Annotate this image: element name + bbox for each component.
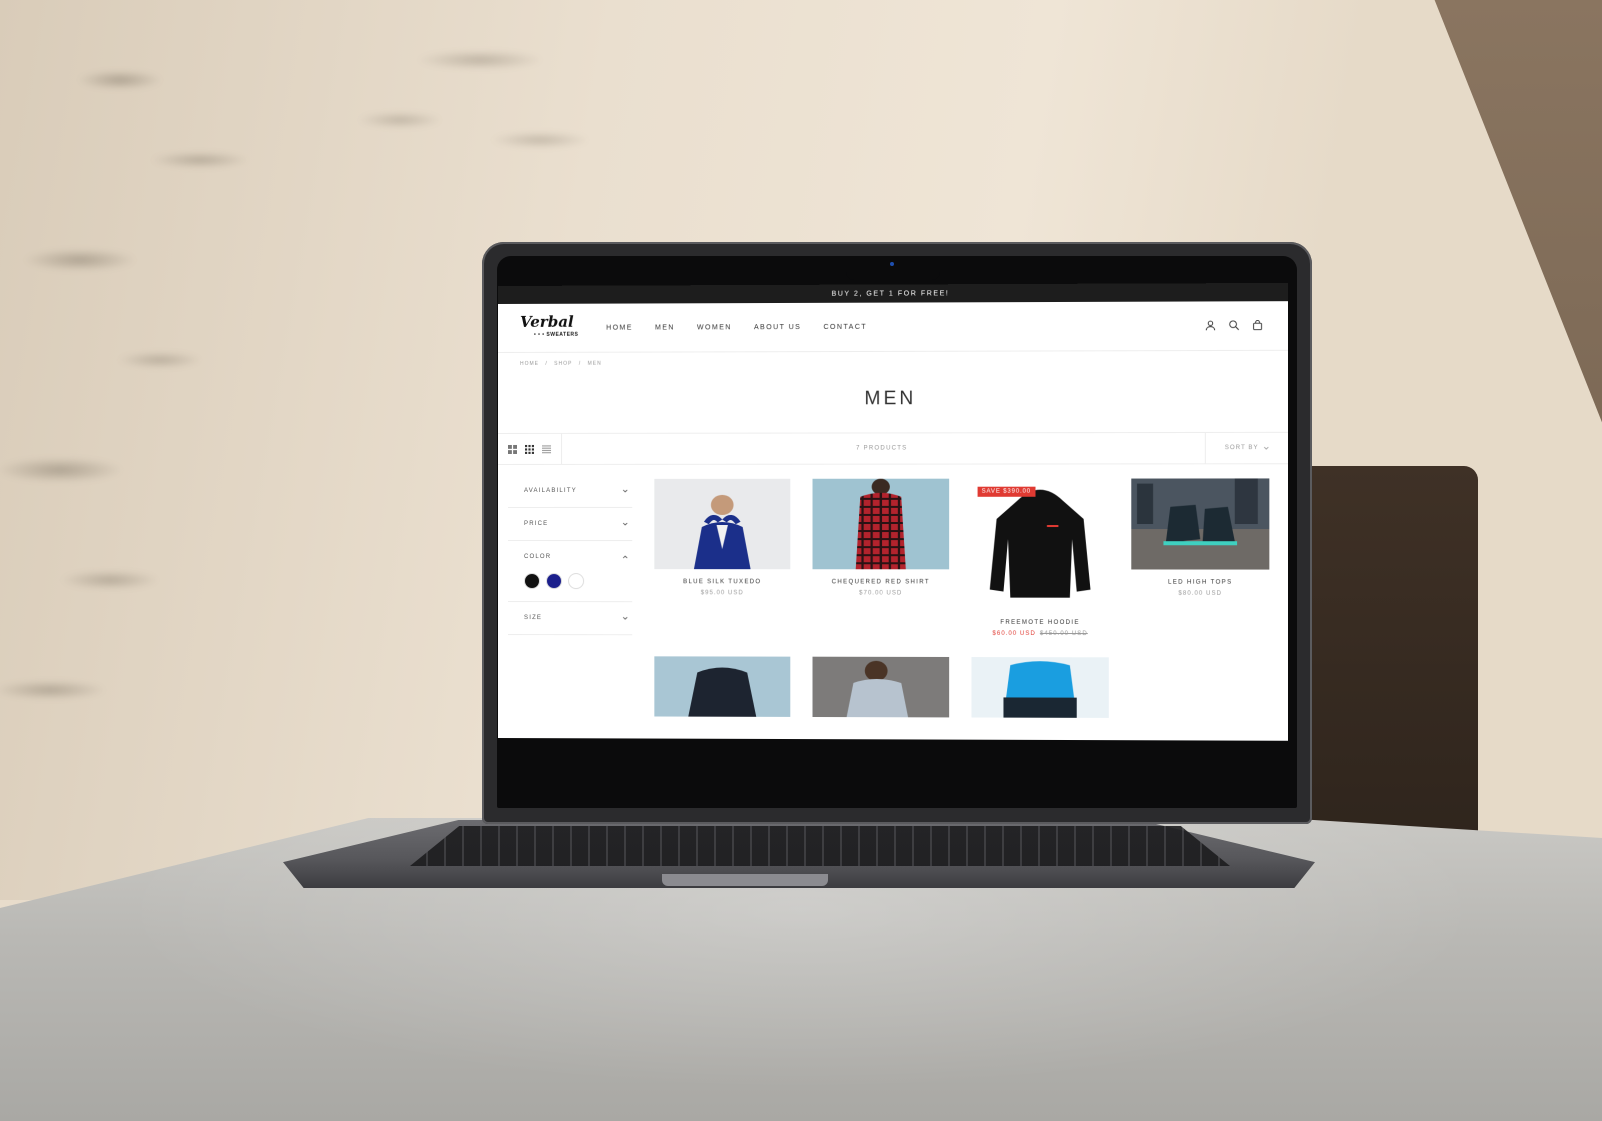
product-price: $80.00 USD: [1131, 591, 1269, 597]
header-icons: [1205, 319, 1263, 330]
main-nav: HOME MEN WOMEN ABOUT US CONTACT: [606, 323, 867, 331]
cart-icon[interactable]: [1252, 319, 1263, 330]
swatch-white[interactable]: [568, 573, 584, 589]
sort-dropdown[interactable]: SORT BY: [1205, 433, 1288, 463]
tuxedo-photo: [654, 479, 790, 569]
background-block: [1290, 466, 1478, 866]
nav-women[interactable]: WOMEN: [697, 324, 732, 331]
breadcrumb-home[interactable]: HOME: [520, 361, 539, 367]
brand-logo[interactable]: Verbal • • • SWEATERS: [520, 315, 582, 341]
laptop-trackpad-lip: [662, 874, 828, 886]
breadcrumb: HOME / SHOP / MEN: [498, 351, 1288, 375]
printed-shirt-photo: [813, 657, 950, 718]
sort-label: SORT BY: [1225, 445, 1259, 451]
screen-bottom-bar: [498, 738, 1288, 763]
chevron-down-icon: [622, 615, 628, 621]
product-price: $95.00 USD: [654, 590, 790, 596]
filter-color-label: COLOR: [524, 554, 551, 560]
view-switcher: [498, 434, 562, 464]
product-name[interactable]: CHEQUERED RED SHIRT: [813, 579, 950, 585]
nav-home[interactable]: HOME: [606, 324, 633, 331]
product-card[interactable]: [654, 656, 790, 717]
filter-sidebar: AVAILABILITY PRICE COLOR SIZE: [508, 465, 632, 717]
breadcrumb-shop[interactable]: SHOP: [554, 361, 572, 367]
product-price: $60.00 USD $450.00 USD: [971, 631, 1108, 637]
nav-contact[interactable]: CONTACT: [823, 323, 867, 330]
product-card[interactable]: BLUE SILK TUXEDO $95.00 USD: [654, 479, 790, 637]
product-image[interactable]: [971, 657, 1108, 718]
chevron-up-icon: [622, 554, 628, 560]
filter-price-label: PRICE: [524, 521, 548, 527]
filter-availability-label: AVAILABILITY: [524, 488, 577, 494]
search-icon[interactable]: [1228, 320, 1239, 331]
jacket-photo: [654, 656, 790, 717]
list-view-icon[interactable]: [542, 444, 551, 453]
product-count: 7 PRODUCTS: [562, 445, 1205, 452]
product-image[interactable]: [654, 479, 790, 569]
sale-price: $60.00 USD: [992, 631, 1035, 637]
hoodie-photo: [971, 479, 1108, 610]
blue-jacket-photo: [971, 657, 1108, 718]
high-tops-photo: [1131, 478, 1269, 569]
sale-badge: SAVE $390.00: [978, 487, 1035, 497]
grid-3-icon[interactable]: [525, 444, 534, 453]
product-image[interactable]: [813, 657, 950, 718]
product-price: $70.00 USD: [813, 590, 950, 596]
product-card[interactable]: CHEQUERED RED SHIRT $70.00 USD: [813, 479, 950, 637]
product-image[interactable]: [813, 479, 950, 570]
nav-men[interactable]: MEN: [655, 324, 675, 331]
nav-about-us[interactable]: ABOUT US: [754, 324, 801, 331]
grid-2-icon[interactable]: [508, 444, 517, 453]
browser-screen: BUY 2, GET 1 FOR FREE! Verbal • • • SWEA…: [498, 283, 1288, 763]
product-name[interactable]: LED HIGH TOPS: [1131, 580, 1269, 586]
product-image[interactable]: [654, 656, 790, 717]
product-image[interactable]: [1131, 478, 1269, 569]
chequered-shirt-photo: [813, 479, 950, 570]
breadcrumb-current: MEN: [588, 361, 602, 367]
product-card[interactable]: [813, 657, 950, 718]
camera-icon: [890, 262, 894, 266]
chevron-down-icon: [622, 521, 628, 527]
product-grid: BLUE SILK TUXEDO $95.00 USD CHEQUERED RE…: [632, 464, 1277, 718]
chevron-down-icon: [1263, 445, 1269, 451]
breadcrumb-separator: /: [545, 361, 547, 367]
filter-price[interactable]: PRICE: [508, 508, 632, 541]
product-card[interactable]: [971, 657, 1108, 718]
laptop-keyboard: [410, 826, 1230, 866]
compare-price: $450.00 USD: [1040, 631, 1088, 637]
product-card[interactable]: LED HIGH TOPS $80.00 USD: [1131, 478, 1269, 637]
breadcrumb-separator: /: [579, 361, 581, 367]
collection-content: AVAILABILITY PRICE COLOR SIZE BLUE SILK …: [498, 464, 1288, 718]
logo-script: Verbal: [520, 313, 574, 331]
filter-size[interactable]: SIZE: [508, 602, 632, 635]
filter-availability[interactable]: AVAILABILITY: [508, 475, 632, 508]
collection-toolbar: 7 PRODUCTS SORT BY: [498, 432, 1288, 465]
filter-color[interactable]: COLOR: [508, 541, 632, 573]
product-image[interactable]: [971, 479, 1108, 610]
page-title: MEN: [498, 387, 1288, 433]
site-header: Verbal • • • SWEATERS HOME MEN WOMEN ABO…: [498, 301, 1288, 353]
swatch-black[interactable]: [524, 573, 540, 589]
color-swatches: [508, 573, 632, 602]
product-name[interactable]: FREEMOTE HOODIE: [971, 620, 1108, 626]
product-card[interactable]: SAVE $390.00 FREEMOTE HOODIE $60.00 USD $…: [971, 479, 1108, 638]
filter-size-label: SIZE: [524, 615, 542, 621]
product-name[interactable]: BLUE SILK TUXEDO: [654, 579, 790, 585]
swatch-navy[interactable]: [546, 573, 562, 589]
account-icon[interactable]: [1205, 320, 1216, 331]
chevron-down-icon: [622, 488, 628, 494]
logo-subtitle: • • • SWEATERS: [534, 332, 578, 338]
